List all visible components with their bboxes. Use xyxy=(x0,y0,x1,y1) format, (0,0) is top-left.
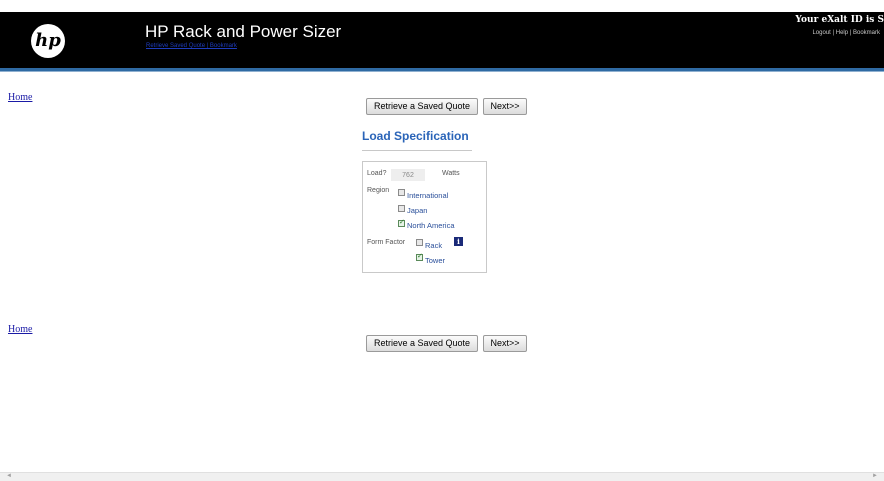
scroll-left-icon[interactable]: ◄ xyxy=(6,473,12,479)
tower-checkbox[interactable] xyxy=(416,252,423,261)
hp-logo-text: hp xyxy=(35,30,61,51)
section-title: Load Specification xyxy=(362,129,469,143)
load-unit: Watts xyxy=(442,170,460,177)
header-stripe-light xyxy=(0,71,884,72)
load-label: Load? xyxy=(367,170,387,177)
north-america-checkbox[interactable] xyxy=(398,218,405,227)
region-label: Region xyxy=(367,187,390,194)
next-button-top[interactable]: Next>> xyxy=(483,98,527,115)
user-id-text: Your eXalt ID is S xyxy=(795,15,884,25)
tower-option[interactable]: Tower xyxy=(425,256,445,265)
app-title: HP Rack and Power Sizer xyxy=(145,22,342,41)
user-links: Logout | Help | Bookmark xyxy=(812,30,880,36)
horizontal-scrollbar[interactable]: ◄ ► xyxy=(0,472,884,481)
international-checkbox[interactable] xyxy=(398,189,405,196)
japan-checkbox[interactable] xyxy=(398,205,405,212)
retrieve-saved-quote-button-top[interactable]: Retrieve a Saved Quote xyxy=(366,98,478,115)
next-button-bottom[interactable]: Next>> xyxy=(483,335,527,352)
info-icon[interactable]: i xyxy=(454,237,463,246)
north-america-option[interactable]: North America xyxy=(407,221,455,230)
load-spec-form: Load? Watts Region International Japan N… xyxy=(362,161,487,273)
top-margin xyxy=(0,0,884,12)
rack-option[interactable]: Rack xyxy=(425,241,442,250)
japan-option[interactable]: Japan xyxy=(407,206,427,215)
header-bar: hp HP Rack and Power Sizer Retrieve Save… xyxy=(0,12,884,68)
scroll-right-icon[interactable]: ► xyxy=(872,473,878,479)
retrieve-saved-quote-button-bottom[interactable]: Retrieve a Saved Quote xyxy=(366,335,478,352)
help-link[interactable]: Help xyxy=(836,30,848,36)
home-link-top[interactable]: Home xyxy=(8,92,32,103)
international-option[interactable]: International xyxy=(407,191,448,200)
rack-checkbox[interactable] xyxy=(416,239,423,246)
hp-logo[interactable]: hp xyxy=(31,24,65,58)
form-factor-label: Form Factor xyxy=(367,239,406,246)
home-link-bottom[interactable]: Home xyxy=(8,324,32,335)
header-sublink[interactable]: Retrieve Saved Quote | Bookmark xyxy=(146,43,237,49)
load-input[interactable] xyxy=(391,169,425,181)
section-divider xyxy=(362,150,472,151)
logout-link[interactable]: Logout xyxy=(812,30,830,36)
bookmark-link[interactable]: Bookmark xyxy=(853,30,880,36)
